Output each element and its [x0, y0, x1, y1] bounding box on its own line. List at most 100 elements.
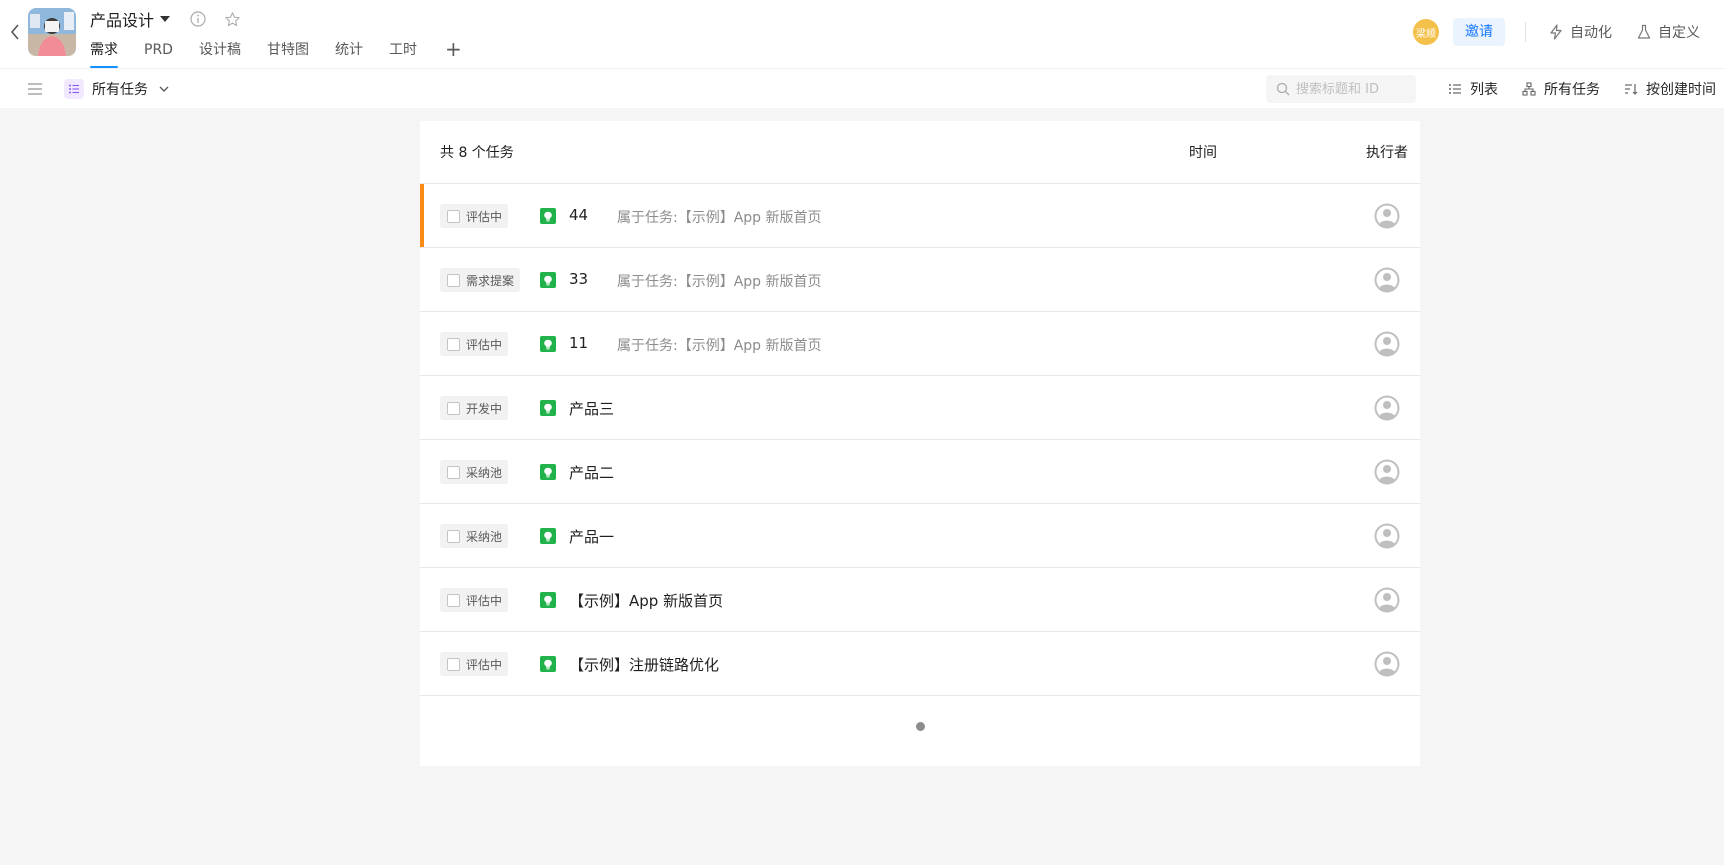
- task-title[interactable]: 33: [569, 270, 588, 288]
- task-title[interactable]: 44: [569, 206, 588, 224]
- requirement-icon: [540, 592, 556, 608]
- customize-button[interactable]: 自定义: [1636, 22, 1700, 42]
- task-row[interactable]: 采纳池 产品一: [420, 504, 1420, 568]
- invite-button[interactable]: 邀请: [1453, 18, 1505, 46]
- status-chip[interactable]: 需求提案: [440, 268, 521, 292]
- status-chip[interactable]: 评估中: [440, 588, 509, 612]
- list-view-icon: [64, 79, 84, 99]
- time-column-header[interactable]: 时间: [1189, 142, 1217, 162]
- task-checkbox[interactable]: [447, 337, 460, 351]
- divider: [1525, 22, 1526, 42]
- star-icon[interactable]: [222, 9, 242, 29]
- list-view-label: 列表: [1470, 82, 1498, 98]
- task-title[interactable]: 11: [569, 334, 588, 352]
- back-arrow-icon[interactable]: [6, 22, 24, 42]
- task-row[interactable]: 需求提案 33 属于任务:【示例】App 新版首页: [420, 248, 1420, 312]
- search-input[interactable]: [1296, 81, 1411, 97]
- top-header: 产品设计 需求 PRD 设计稿 甘特图 统计 工时 + 梁顺 邀请 自动化 自定…: [0, 0, 1724, 68]
- tab-stats[interactable]: 统计: [335, 38, 363, 68]
- status-label: 采纳池: [466, 529, 503, 544]
- status-label: 评估中: [466, 593, 503, 608]
- list-view-button[interactable]: 列表: [1448, 79, 1498, 99]
- status-label: 需求提案: [466, 273, 515, 288]
- status-label: 评估中: [466, 657, 503, 672]
- tab-design[interactable]: 设计稿: [199, 38, 241, 68]
- status-label: 评估中: [466, 209, 503, 224]
- status-chip[interactable]: 采纳池: [440, 524, 509, 548]
- caret-down-icon: [160, 16, 171, 22]
- search-icon: [1276, 82, 1290, 96]
- parent-task-link[interactable]: 属于任务:【示例】App 新版首页: [617, 207, 822, 227]
- requirement-icon: [540, 400, 556, 416]
- task-list-header: 共 8 个任务 时间 执行者: [420, 121, 1420, 184]
- task-title[interactable]: 产品二: [569, 462, 614, 483]
- task-row[interactable]: 采纳池 产品二: [420, 440, 1420, 504]
- loading-indicator: [916, 722, 925, 731]
- view-selector[interactable]: 所有任务: [64, 77, 170, 101]
- task-checkbox[interactable]: [447, 529, 460, 543]
- requirement-icon: [540, 272, 556, 288]
- add-tab-button[interactable]: +: [445, 38, 462, 68]
- task-title[interactable]: 产品三: [569, 398, 614, 419]
- assignee-column-header[interactable]: 执行者: [1366, 142, 1408, 162]
- assignee-avatar-icon[interactable]: [1374, 459, 1400, 485]
- task-title[interactable]: 【示例】注册链路优化: [569, 654, 719, 675]
- assignee-avatar-icon[interactable]: [1374, 523, 1400, 549]
- assignee-avatar-icon[interactable]: [1374, 587, 1400, 613]
- tab-prd[interactable]: PRD: [144, 38, 173, 68]
- status-chip[interactable]: 评估中: [440, 332, 509, 356]
- task-checkbox[interactable]: [447, 209, 460, 223]
- tab-gantt[interactable]: 甘特图: [267, 38, 309, 68]
- requirement-icon: [540, 656, 556, 672]
- task-count: 共 8 个任务: [440, 145, 514, 161]
- assignee-avatar-icon[interactable]: [1374, 395, 1400, 421]
- task-filter-button[interactable]: 所有任务: [1522, 79, 1600, 99]
- task-checkbox[interactable]: [447, 401, 460, 415]
- parent-task-link[interactable]: 属于任务:【示例】App 新版首页: [617, 335, 822, 355]
- requirement-icon: [540, 464, 556, 480]
- parent-task-link[interactable]: 属于任务:【示例】App 新版首页: [617, 271, 822, 291]
- project-logo[interactable]: [28, 8, 76, 56]
- task-checkbox[interactable]: [447, 273, 460, 287]
- sort-icon: [1625, 84, 1638, 95]
- user-avatar[interactable]: 梁顺: [1413, 19, 1439, 45]
- info-icon[interactable]: [188, 9, 208, 29]
- view-selector-label: 所有任务: [92, 82, 148, 98]
- view-toolbar: 所有任务 列表 所有任务 按创建时间: [0, 68, 1724, 108]
- status-label: 采纳池: [466, 465, 503, 480]
- tab-bar: 需求 PRD 设计稿 甘特图 统计 工时 +: [90, 38, 462, 68]
- chevron-down-icon: [159, 86, 169, 92]
- task-title[interactable]: 产品一: [569, 526, 614, 547]
- task-title[interactable]: 【示例】App 新版首页: [569, 590, 723, 611]
- menu-icon[interactable]: [26, 80, 44, 98]
- assignee-avatar-icon[interactable]: [1374, 331, 1400, 357]
- tab-requirements[interactable]: 需求: [90, 38, 118, 68]
- requirement-icon: [540, 208, 556, 224]
- task-row[interactable]: 评估中 11 属于任务:【示例】App 新版首页: [420, 312, 1420, 376]
- task-filter-label: 所有任务: [1544, 82, 1600, 98]
- task-row[interactable]: 开发中 产品三: [420, 376, 1420, 440]
- requirement-icon: [540, 336, 556, 352]
- task-checkbox[interactable]: [447, 593, 460, 607]
- assignee-avatar-icon[interactable]: [1374, 203, 1400, 229]
- task-checkbox[interactable]: [447, 657, 460, 671]
- task-row[interactable]: 评估中 44 属于任务:【示例】App 新版首页: [420, 184, 1420, 248]
- assignee-avatar-icon[interactable]: [1374, 267, 1400, 293]
- task-checkbox[interactable]: [447, 465, 460, 479]
- automation-label: 自动化: [1570, 25, 1612, 41]
- status-chip[interactable]: 评估中: [440, 652, 509, 676]
- assignee-avatar-icon[interactable]: [1374, 651, 1400, 677]
- search-box[interactable]: [1266, 75, 1416, 103]
- project-title-text: 产品设计: [90, 11, 155, 30]
- status-chip[interactable]: 评估中: [440, 204, 509, 228]
- task-row[interactable]: 评估中 【示例】App 新版首页: [420, 568, 1420, 632]
- task-row[interactable]: 评估中 【示例】注册链路优化: [420, 632, 1420, 696]
- status-chip[interactable]: 采纳池: [440, 460, 509, 484]
- hierarchy-icon: [1522, 82, 1536, 96]
- tab-worktime[interactable]: 工时: [389, 38, 417, 68]
- project-title[interactable]: 产品设计: [90, 8, 171, 30]
- status-chip[interactable]: 开发中: [440, 396, 509, 420]
- sort-button[interactable]: 按创建时间: [1624, 79, 1716, 99]
- automation-button[interactable]: 自动化: [1548, 22, 1612, 42]
- sort-label: 按创建时间: [1646, 82, 1716, 98]
